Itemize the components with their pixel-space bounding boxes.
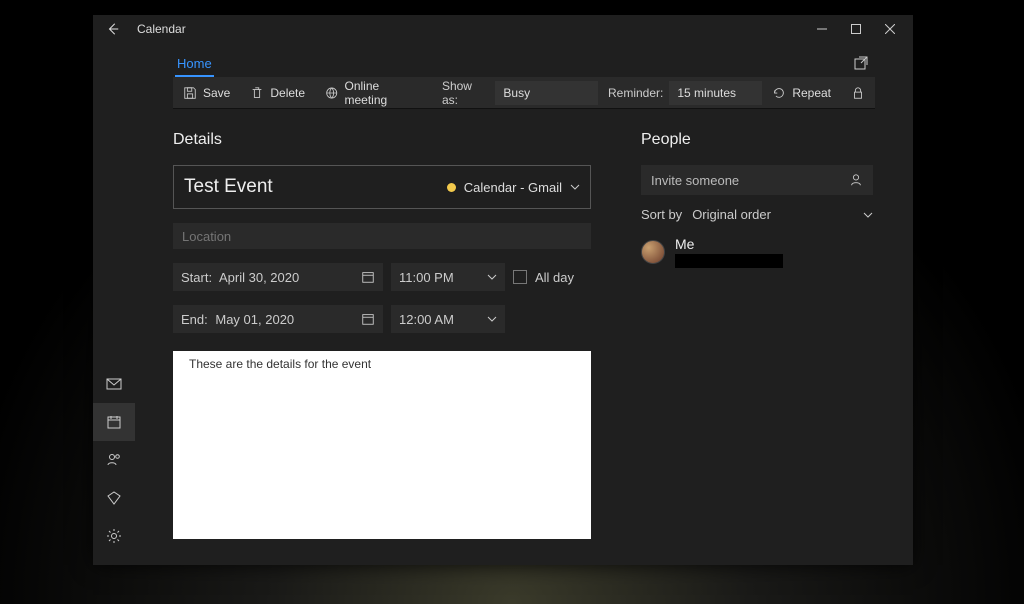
minimize-icon <box>817 24 827 34</box>
all-day-checkbox[interactable] <box>513 270 527 284</box>
end-date-field[interactable]: End: May 01, 2020 <box>173 305 383 333</box>
sidebar <box>93 43 135 565</box>
calendar-icon <box>361 312 375 326</box>
end-time-field[interactable]: 12:00 AM <box>391 305 505 333</box>
sidebar-people[interactable] <box>93 441 135 479</box>
description-textarea[interactable] <box>173 351 591 539</box>
app-window: Calendar <box>93 15 913 565</box>
sidebar-settings[interactable] <box>93 517 135 555</box>
open-new-window-button[interactable] <box>847 49 875 77</box>
reminder-label: Reminder: <box>598 86 669 100</box>
chevron-down-icon <box>570 182 580 192</box>
calendar-selector-label: Calendar - Gmail <box>464 180 562 195</box>
attendee-row: Me <box>641 236 875 268</box>
private-button[interactable] <box>841 86 875 100</box>
event-title-row: Calendar - Gmail <box>173 165 591 209</box>
online-meeting-button[interactable]: Online meeting <box>315 77 432 108</box>
toolbar: Save Delete Online meeting Show as: Busy… <box>173 77 875 109</box>
start-label: Start: <box>181 270 212 285</box>
calendar-color-dot <box>447 183 456 192</box>
repeat-label: Repeat <box>792 86 831 100</box>
start-date-field[interactable]: Start: April 30, 2020 <box>173 263 383 291</box>
end-time-value: 12:00 AM <box>399 312 454 327</box>
sort-by-dropdown[interactable]: Original order <box>692 207 873 222</box>
chevron-down-icon <box>863 210 873 220</box>
people-icon <box>106 452 122 468</box>
calendar-icon <box>361 270 375 284</box>
repeat-icon <box>772 86 786 100</box>
show-as-dropdown[interactable]: Busy <box>495 81 598 105</box>
tag-icon <box>106 490 122 506</box>
details-heading: Details <box>173 131 591 149</box>
show-as-label: Show as: <box>432 79 495 107</box>
online-meeting-label: Online meeting <box>344 79 421 107</box>
repeat-button[interactable]: Repeat <box>762 77 841 108</box>
avatar <box>641 240 665 264</box>
calendar-selector[interactable]: Calendar - Gmail <box>447 180 580 195</box>
sort-by-value: Original order <box>692 207 771 222</box>
chevron-down-icon <box>487 314 497 324</box>
sidebar-todo[interactable] <box>93 479 135 517</box>
calendar-icon <box>106 414 122 430</box>
sort-by-row: Sort by Original order <box>641 207 873 222</box>
all-day-label: All day <box>535 270 574 285</box>
maximize-icon <box>851 24 861 34</box>
delete-label: Delete <box>270 86 305 100</box>
titlebar: Calendar <box>93 15 913 43</box>
save-label: Save <box>203 86 230 100</box>
back-button[interactable] <box>103 22 123 36</box>
start-time-field[interactable]: 11:00 PM <box>391 263 505 291</box>
tab-home[interactable]: Home <box>173 50 216 77</box>
end-date-value: May 01, 2020 <box>215 312 294 327</box>
start-time-value: 11:00 PM <box>399 270 454 285</box>
reminder-dropdown[interactable]: 15 minutes <box>669 81 762 105</box>
chevron-down-icon <box>487 272 497 282</box>
gear-icon <box>106 528 122 544</box>
lock-icon <box>851 86 865 100</box>
arrow-left-icon <box>106 22 120 36</box>
attendee-name: Me <box>675 236 783 252</box>
sort-by-label: Sort by <box>641 207 682 222</box>
person-icon <box>849 173 863 187</box>
sidebar-calendar[interactable] <box>93 403 135 441</box>
reminder-value: 15 minutes <box>677 86 736 100</box>
end-label: End: <box>181 312 208 327</box>
maximize-button[interactable] <box>839 15 873 43</box>
delete-button[interactable]: Delete <box>240 77 315 108</box>
save-button[interactable]: Save <box>173 77 240 108</box>
start-date-value: April 30, 2020 <box>219 270 299 285</box>
attendee-email-redacted <box>675 254 783 268</box>
show-as-value: Busy <box>503 86 530 100</box>
invite-placeholder: Invite someone <box>651 173 739 188</box>
location-input[interactable] <box>173 223 591 249</box>
trash-icon <box>250 86 264 100</box>
minimize-button[interactable] <box>805 15 839 43</box>
globe-icon <box>325 86 338 100</box>
sidebar-mail[interactable] <box>93 365 135 403</box>
open-new-window-icon <box>853 55 869 71</box>
save-icon <box>183 86 197 100</box>
tabbar: Home <box>173 43 875 77</box>
people-heading: People <box>641 131 875 149</box>
close-button[interactable] <box>873 15 907 43</box>
window-title: Calendar <box>137 22 186 36</box>
invite-input[interactable]: Invite someone <box>641 165 873 195</box>
close-icon <box>885 24 895 34</box>
event-title-input[interactable] <box>184 176 437 198</box>
mail-icon <box>106 376 122 392</box>
